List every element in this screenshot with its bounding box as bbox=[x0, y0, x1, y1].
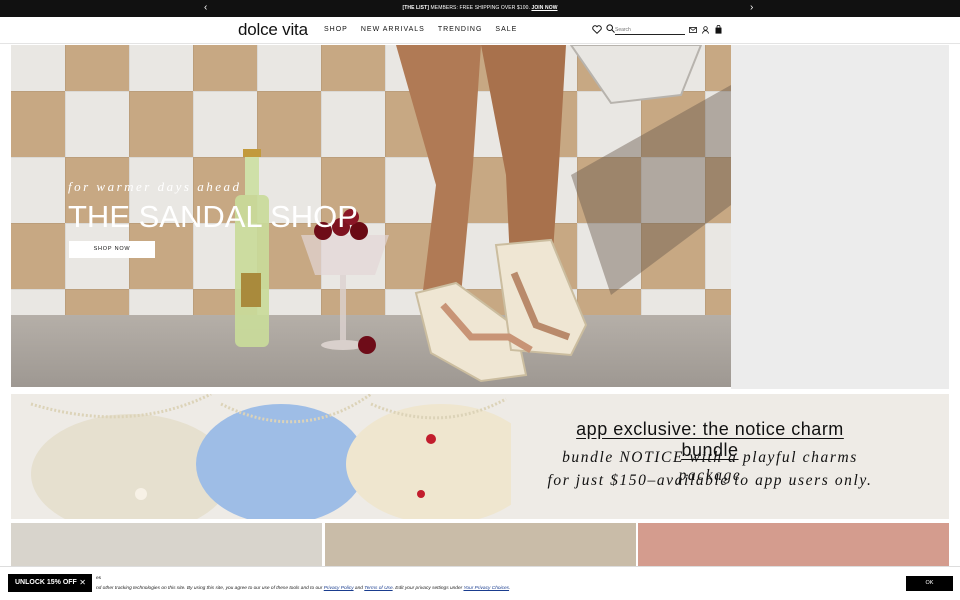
promo-banner[interactable]: app exclusive: the notice charm bundle b… bbox=[11, 394, 949, 519]
terms-of-use-link[interactable]: Terms of Use bbox=[364, 586, 392, 591]
sneakers-photo bbox=[30, 394, 511, 519]
cookie-banner: es nd other tracking technologies on thi… bbox=[0, 566, 960, 600]
hero-banner[interactable]: for warmer days ahead THE SANDAL SHOP SH… bbox=[11, 45, 731, 387]
hero-title: THE SANDAL SHOP bbox=[68, 199, 358, 234]
promo-line-2: for just $150–available to app users onl… bbox=[547, 472, 873, 489]
heart-icon[interactable] bbox=[592, 25, 602, 34]
cookie-heading: es bbox=[96, 576, 102, 581]
chevron-right-icon[interactable]: › bbox=[750, 2, 753, 14]
unlock-label: UNLOCK 15% OFF bbox=[15, 579, 77, 586]
search-input[interactable] bbox=[615, 25, 685, 35]
unlock-discount-button[interactable]: UNLOCK 15% OFF ✕ bbox=[8, 574, 92, 592]
logo[interactable]: dolce vita bbox=[238, 20, 308, 40]
privacy-choices-link[interactable]: Your Privacy Choices bbox=[463, 586, 509, 591]
privacy-policy-link[interactable]: Privacy Policy bbox=[324, 586, 354, 591]
header-tools bbox=[592, 23, 732, 37]
search-icon[interactable] bbox=[606, 24, 615, 33]
close-icon[interactable]: ✕ bbox=[79, 574, 86, 592]
announcement-text: [THE LIST] MEMBERS: FREE SHIPPING OVER $… bbox=[0, 5, 960, 11]
bag-icon[interactable] bbox=[715, 25, 722, 34]
join-now-link[interactable]: JOIN NOW bbox=[531, 5, 557, 11]
cookie-text-end: . bbox=[509, 586, 511, 591]
main-nav: SHOP NEW ARRIVALS TRENDING SALE bbox=[324, 26, 517, 33]
shop-now-button[interactable]: SHOP NOW bbox=[69, 241, 155, 258]
cookie-ok-button[interactable]: OK bbox=[906, 576, 953, 591]
announcement-bar: ‹ [THE LIST] MEMBERS: FREE SHIPPING OVER… bbox=[0, 0, 960, 17]
nav-new-arrivals[interactable]: NEW ARRIVALS bbox=[361, 26, 425, 33]
nav-trending[interactable]: TRENDING bbox=[438, 26, 483, 33]
nav-sale[interactable]: SALE bbox=[495, 26, 517, 33]
cookie-text-mid: . Edit your privacy settings under bbox=[392, 586, 464, 591]
cookie-text: es nd other tracking technologies on thi… bbox=[96, 576, 511, 591]
announcement-message: MEMBERS: FREE SHIPPING OVER $100. bbox=[429, 5, 532, 11]
site-header: dolce vita SHOP NEW ARRIVALS TRENDING SA… bbox=[0, 17, 960, 44]
nav-shop[interactable]: SHOP bbox=[324, 26, 348, 33]
hero-subtitle: for warmer days ahead bbox=[68, 179, 242, 194]
cookie-and: and bbox=[353, 586, 365, 591]
account-icon[interactable] bbox=[702, 26, 709, 34]
cookie-text-start: nd other tracking technologies on this s… bbox=[96, 586, 324, 591]
announcement-tag: [THE LIST] bbox=[402, 5, 430, 11]
hero-side-panel bbox=[731, 45, 949, 389]
mail-icon[interactable] bbox=[689, 27, 697, 33]
